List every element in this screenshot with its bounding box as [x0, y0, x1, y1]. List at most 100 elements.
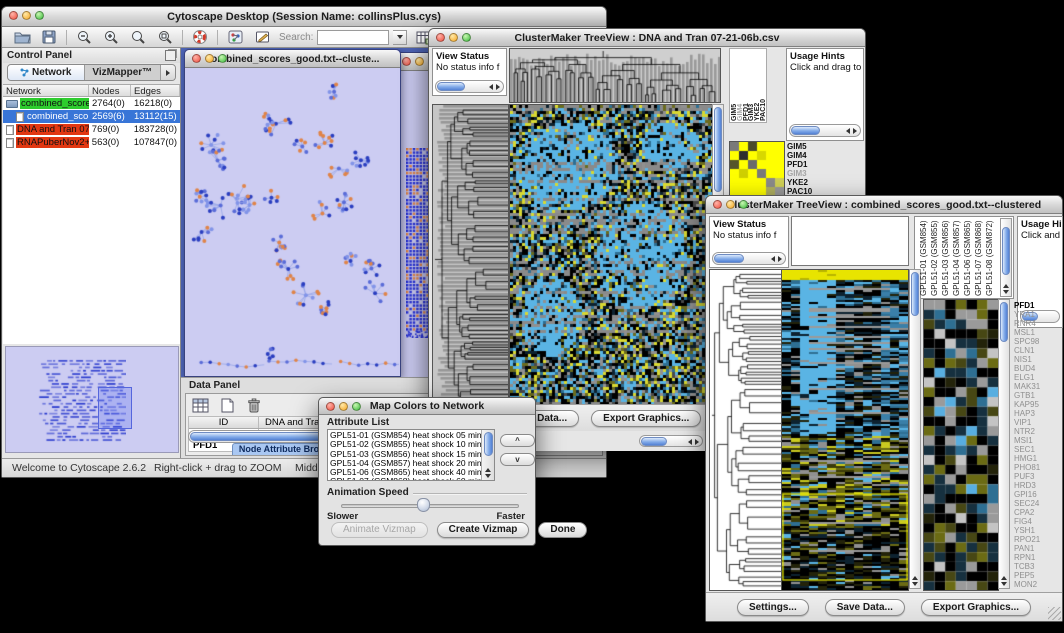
zoom-out-button[interactable] [74, 29, 94, 46]
tab-network[interactable]: Network [8, 65, 85, 80]
scroll-down-icon[interactable] [1003, 290, 1009, 294]
gene-label[interactable]: PFD1 [1014, 301, 1062, 310]
column-dendrogram[interactable] [509, 48, 721, 103]
scroll-up-icon[interactable] [485, 468, 491, 472]
close-button[interactable] [436, 33, 445, 42]
scroll-left-icon[interactable] [771, 256, 775, 262]
column-header-id[interactable]: ID [189, 417, 259, 428]
grid-network-view[interactable] [406, 148, 430, 338]
scroll-down-icon[interactable] [912, 582, 918, 586]
gene-label[interactable]: MSI1 [1014, 436, 1062, 445]
dialog-titlebar[interactable]: Map Colors to Network [319, 398, 535, 415]
gene-label[interactable]: BUD4 [1014, 364, 1062, 373]
close-button[interactable] [402, 57, 411, 66]
network-table-row[interactable]: DNA and Tran 07769(0)183728(0) [3, 123, 180, 136]
gene-label[interactable]: HRD3 [1014, 481, 1062, 490]
usage-hints-hscrollbar[interactable] [789, 124, 861, 137]
scroll-left-icon[interactable] [688, 439, 692, 445]
minimize-button[interactable] [726, 200, 735, 209]
view-status-hscrollbar[interactable] [435, 80, 504, 93]
main-titlebar[interactable]: Cytoscape Desktop (Session Name: collins… [2, 7, 606, 27]
gene-label[interactable]: RPO21 [1014, 535, 1062, 544]
zoom-heatmap[interactable] [923, 299, 999, 591]
close-button[interactable] [192, 54, 201, 63]
gene-label[interactable]: SEC1 [1014, 445, 1062, 454]
move-down-button[interactable]: v [500, 453, 535, 466]
column-labels-vscrollbar[interactable] [1000, 218, 1012, 297]
network-tools-button[interactable] [225, 29, 245, 46]
gene-label[interactable]: RPN1 [1014, 553, 1062, 562]
zoom-button[interactable] [462, 33, 471, 42]
minimize-button[interactable] [22, 11, 31, 20]
scrollbar-thumb[interactable] [714, 107, 722, 192]
gene-label[interactable]: FIG4 [1014, 517, 1062, 526]
gene-label[interactable]: ELG1 [1014, 373, 1062, 382]
gene-label[interactable]: NIS1 [1014, 355, 1062, 364]
scroll-up-icon[interactable] [912, 576, 918, 580]
minimize-button[interactable] [415, 57, 424, 66]
close-button[interactable] [326, 402, 335, 411]
new-attribute-button[interactable] [217, 396, 237, 414]
gene-label[interactable]: YSH1 [1014, 526, 1062, 535]
animate-vizmap-button[interactable]: Animate Vizmap [331, 522, 428, 538]
move-up-button[interactable]: ^ [500, 434, 535, 447]
scroll-left-icon[interactable] [846, 128, 850, 134]
gene-label[interactable]: MAK31 [1014, 382, 1062, 391]
gene-label[interactable]: RNR4 [1014, 319, 1062, 328]
zoom-vscrollbar[interactable] [998, 299, 1010, 589]
column-header-nodes[interactable]: Nodes [89, 85, 131, 96]
slider-thumb[interactable] [417, 498, 430, 512]
column-header-network[interactable]: Network [3, 85, 89, 96]
close-button[interactable] [713, 200, 722, 209]
gene-label[interactable]: PEP5 [1014, 571, 1062, 580]
save-session-button[interactable] [39, 29, 59, 46]
scrollbar-thumb[interactable] [911, 272, 919, 316]
animation-speed-slider[interactable] [341, 504, 519, 508]
minimize-button[interactable] [205, 54, 214, 63]
row-dendrogram[interactable] [709, 269, 783, 591]
minimize-button[interactable] [449, 33, 458, 42]
close-button[interactable] [9, 11, 18, 20]
view-status-hscrollbar[interactable] [712, 252, 786, 265]
gene-label[interactable]: CPA2 [1014, 508, 1062, 517]
minimize-button[interactable] [339, 402, 348, 411]
gene-label[interactable]: SPC98 [1014, 337, 1062, 346]
tab-overflow-button[interactable] [161, 65, 175, 80]
gene-label[interactable]: CLN1 [1014, 346, 1062, 355]
resize-grip[interactable] [1048, 607, 1061, 620]
scroll-right-icon[interactable] [853, 128, 857, 134]
zoom-button[interactable] [218, 54, 227, 63]
delete-attribute-trash-button[interactable] [244, 396, 264, 414]
create-vizmap-button[interactable]: Create Vizmap [437, 522, 530, 538]
scrollbar-thumb[interactable] [791, 126, 820, 135]
gene-label[interactable]: MON2 [1014, 580, 1062, 589]
zoom-button[interactable] [35, 11, 44, 20]
gene-label[interactable]: PHO81 [1014, 463, 1062, 472]
network-window-titlebar[interactable]: combined_scores_good.txt--cluste... [185, 50, 400, 68]
export-graphics-button[interactable]: Export Graphics... [921, 599, 1031, 616]
scrollbar-thumb[interactable] [437, 82, 465, 91]
scrollbar-thumb[interactable] [1002, 227, 1010, 275]
column-header-edges[interactable]: Edges [131, 85, 180, 96]
attribute-list-vscrollbar[interactable] [481, 430, 494, 480]
gene-label[interactable]: KAP95 [1014, 400, 1062, 409]
scroll-down-icon[interactable] [485, 474, 491, 478]
done-button[interactable]: Done [538, 522, 587, 538]
help-lifesaver-button[interactable] [190, 29, 210, 46]
save-data-button[interactable]: Save Data... [825, 599, 905, 616]
network-table-row[interactable]: combined_sco2569(6)13112(15) [3, 110, 180, 123]
attribute-list-item[interactable]: GPL51-07 (GSM868) heat shock 60 min [330, 477, 479, 481]
scroll-up-icon[interactable] [1003, 284, 1009, 288]
global-view-hscrollbar[interactable] [639, 435, 703, 447]
zoom-button[interactable] [739, 200, 748, 209]
network-graph-view[interactable] [186, 69, 399, 375]
treeview2-titlebar[interactable]: ClusterMaker TreeView : combined_scores_… [706, 196, 1062, 214]
gene-label[interactable]: PUF3 [1014, 472, 1062, 481]
scroll-right-icon[interactable] [496, 84, 500, 90]
expression-heatmap[interactable] [781, 269, 909, 591]
gene-label[interactable]: TCB3 [1014, 562, 1062, 571]
scroll-down-icon[interactable] [1001, 582, 1007, 586]
settings-button[interactable]: Settings... [737, 599, 809, 616]
gene-label[interactable]: HMG1 [1014, 454, 1062, 463]
network-table-row[interactable]: combined_scores2764(0)16218(0) [3, 97, 180, 110]
